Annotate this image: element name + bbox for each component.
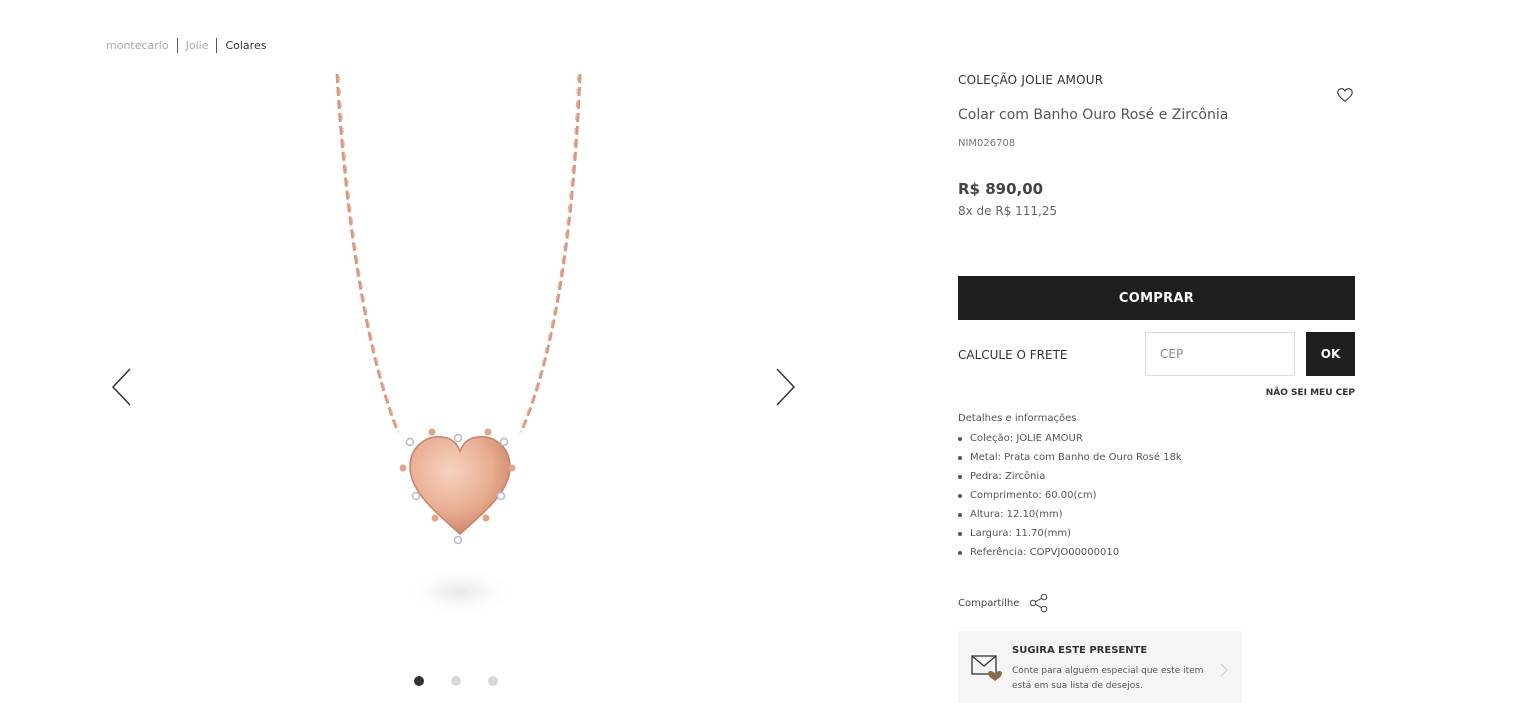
product-gallery	[106, 72, 811, 697]
buy-button[interactable]: COMPRAR	[958, 276, 1355, 320]
next-slide-button[interactable]	[774, 367, 804, 407]
no-cep-link[interactable]: NÃO SEI MEU CEP	[1266, 388, 1355, 398]
detail-item: Referência: COPVJO00000010	[958, 543, 1182, 562]
product-sku: NIM026708	[958, 138, 1016, 149]
necklace-image	[335, 73, 582, 617]
cep-ok-button[interactable]: OK	[1306, 332, 1355, 376]
product-price: R$ 890,00	[958, 180, 1044, 198]
share-label: Compartilhe	[958, 597, 1020, 609]
previous-slide-button[interactable]	[110, 367, 140, 407]
detail-item: Largura: 11.70(mm)	[958, 524, 1182, 543]
envelope-heart-icon	[971, 655, 1002, 681]
gift-text: Conte para alguém especial que este item…	[1012, 666, 1204, 691]
suggest-gift-card[interactable]: SUGIRA ESTE PRESENTE Conte para alguém e…	[958, 631, 1242, 703]
slide-indicators	[414, 676, 498, 686]
heart-icon[interactable]	[1336, 86, 1354, 104]
detail-item: Pedra: Zircônia	[958, 467, 1182, 486]
breadcrumb: montecarlo Jolie Colares	[106, 38, 274, 53]
details-title: Detalhes e informações	[958, 413, 1077, 424]
detail-item: Metal: Prata com Banho de Ouro Rosé 18k	[958, 448, 1182, 467]
chevron-left-icon	[111, 368, 131, 406]
chevron-right-icon	[1220, 663, 1228, 677]
detail-item: Comprimento: 60.00(cm)	[958, 486, 1182, 505]
gift-title: SUGIRA ESTE PRESENTE	[1012, 645, 1148, 656]
breadcrumb-item-montecarlo[interactable]: montecarlo	[106, 38, 177, 53]
share-section: Compartilhe	[958, 593, 1049, 613]
detail-item: Altura: 12.10(mm)	[958, 505, 1182, 524]
breadcrumb-item-colares[interactable]: Colares	[216, 38, 274, 53]
installments: 8x de R$ 111,25	[958, 204, 1058, 218]
slide-dot-2[interactable]	[451, 676, 461, 686]
details-list: Coleção: JOLIE AMOUR Metal: Prata com Ba…	[958, 429, 1182, 562]
chevron-right-icon	[776, 368, 796, 406]
product-details: Detalhes e informações Coleção: JOLIE AM…	[958, 413, 1182, 562]
slide-dot-1[interactable]	[414, 676, 424, 686]
detail-item: Coleção: JOLIE AMOUR	[958, 429, 1182, 448]
product-name: Colar com Banho Ouro Rosé e Zircônia	[958, 107, 1229, 123]
slide-dot-3[interactable]	[488, 676, 498, 686]
cep-input[interactable]	[1145, 332, 1295, 376]
product-info: COLEÇÃO JOLIE AMOUR Colar com Banho Ouro…	[958, 72, 1355, 703]
shipping-label: CALCULE O FRETE	[958, 348, 1068, 362]
share-icon[interactable]	[1029, 593, 1049, 613]
collection-name[interactable]: COLEÇÃO JOLIE AMOUR	[958, 73, 1355, 87]
breadcrumb-item-jolie[interactable]: Jolie	[176, 38, 217, 53]
